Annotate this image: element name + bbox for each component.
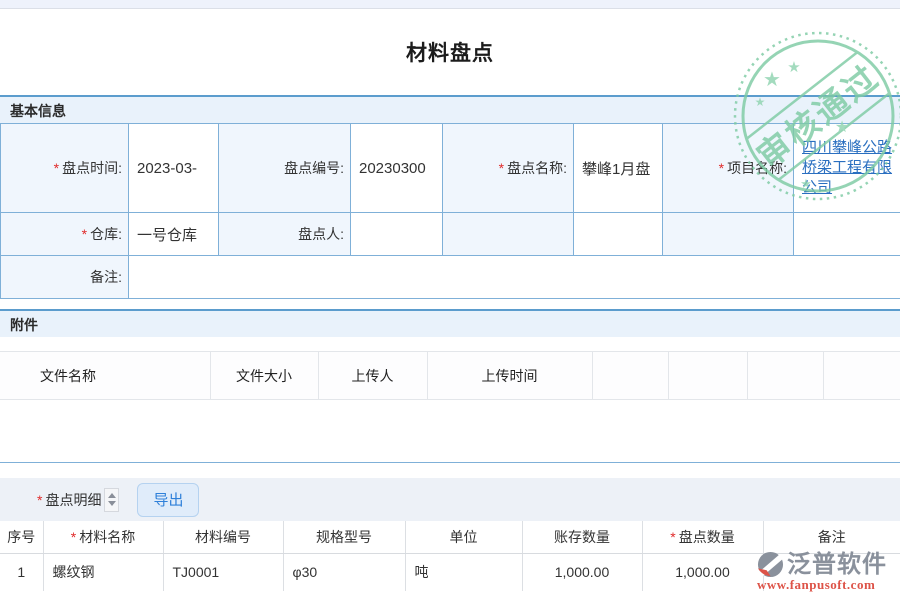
inventory-person-label: 盘点人:: [219, 213, 351, 256]
attachments-header-row: 文件名称 文件大小 上传人 上传时间: [0, 352, 900, 400]
cell-spec: φ30: [283, 553, 405, 591]
cell-unit: 吨: [405, 553, 522, 591]
required-marker: *: [37, 492, 42, 508]
top-bar: [0, 0, 900, 9]
details-col-material-code: 材料编号: [163, 521, 283, 553]
warehouse-value: 一号仓库: [129, 213, 219, 256]
required-marker: *: [670, 529, 675, 545]
section-header-attachments: 附件: [0, 309, 900, 337]
section-header-basic-info: 基本信息: [0, 95, 900, 123]
form-row-1: *盘点时间: 2023-03- 盘点编号: 20230300 *盘点名称: 攀峰…: [1, 124, 900, 213]
form-row-2: *仓库: 一号仓库 盘点人:: [1, 213, 900, 256]
table-row: 1 螺纹钢 TJ0001 φ30 吨 1,000.00 1,000.00: [0, 553, 900, 591]
export-button[interactable]: 导出: [137, 483, 199, 517]
cell-count-qty: 1,000.00: [642, 553, 763, 591]
inventory-code-label: 盘点编号:: [219, 124, 351, 213]
stepper-up-icon[interactable]: [108, 493, 116, 498]
cell-book-qty: 1,000.00: [522, 553, 642, 591]
inventory-time-value: 2023-03-: [129, 124, 219, 213]
details-col-remark: 备注: [763, 521, 900, 553]
basic-info-form: *盘点时间: 2023-03- 盘点编号: 20230300 *盘点名称: 攀峰…: [0, 123, 900, 299]
inventory-code-value: 20230300: [351, 124, 443, 213]
details-header-row: 序号 *材料名称 材料编号 规格型号 单位 账存数量 *盘点数量 备注: [0, 521, 900, 553]
project-name-label: *项目名称:: [663, 124, 794, 213]
attachments-table: 文件名称 文件大小 上传人 上传时间: [0, 351, 900, 400]
details-toolbar: * 盘点明细 导出: [0, 478, 900, 521]
attachments-col-uploader: 上传人: [318, 352, 427, 400]
attachments-col-empty: [668, 352, 747, 400]
attachments-col-upload-time: 上传时间: [427, 352, 592, 400]
attachments-col-file-name: 文件名称: [0, 352, 210, 400]
attachments-col-empty: [747, 352, 823, 400]
details-section-label: 盘点明细: [45, 490, 101, 510]
empty-label-cell: [663, 213, 794, 256]
details-col-count-qty: *盘点数量: [642, 521, 763, 553]
cell-seq: 1: [0, 553, 43, 591]
attachments-col-file-size: 文件大小: [210, 352, 318, 400]
cell-material-name: 螺纹钢: [43, 553, 163, 591]
details-col-unit: 单位: [405, 521, 522, 553]
cell-remark: [763, 553, 900, 591]
required-marker: *: [499, 160, 504, 176]
page-title: 材料盘点: [0, 9, 900, 95]
inventory-name-value: 攀峰1月盘: [574, 124, 663, 213]
inventory-person-value: [351, 213, 443, 256]
inventory-time-label: *盘点时间:: [1, 124, 129, 213]
remark-value: [129, 256, 900, 299]
details-col-spec: 规格型号: [283, 521, 405, 553]
inventory-name-label: *盘点名称:: [443, 124, 574, 213]
row-count-stepper[interactable]: [104, 488, 119, 512]
attachments-col-empty: [823, 352, 900, 400]
warehouse-label: *仓库:: [1, 213, 129, 256]
cell-material-code: TJ0001: [163, 553, 283, 591]
empty-label-cell: [443, 213, 574, 256]
remark-label: 备注:: [1, 256, 129, 299]
details-col-book-qty: 账存数量: [522, 521, 642, 553]
form-row-3: 备注:: [1, 256, 900, 299]
required-marker: *: [719, 160, 724, 176]
required-marker: *: [71, 529, 76, 545]
details-col-seq: 序号: [0, 521, 43, 553]
stepper-down-icon[interactable]: [108, 501, 116, 506]
empty-value-cell: [574, 213, 663, 256]
project-name-link[interactable]: 四川攀峰公路桥梁工程有限公司: [802, 139, 892, 197]
required-marker: *: [54, 160, 59, 176]
required-marker: *: [82, 226, 87, 242]
details-table: 序号 *材料名称 材料编号 规格型号 单位 账存数量 *盘点数量 备注 1 螺纹…: [0, 521, 900, 591]
empty-value-cell: [794, 213, 900, 256]
details-col-material-name: *材料名称: [43, 521, 163, 553]
project-name-value: 四川攀峰公路桥梁工程有限公司: [794, 124, 900, 213]
attachments-col-empty: [592, 352, 668, 400]
